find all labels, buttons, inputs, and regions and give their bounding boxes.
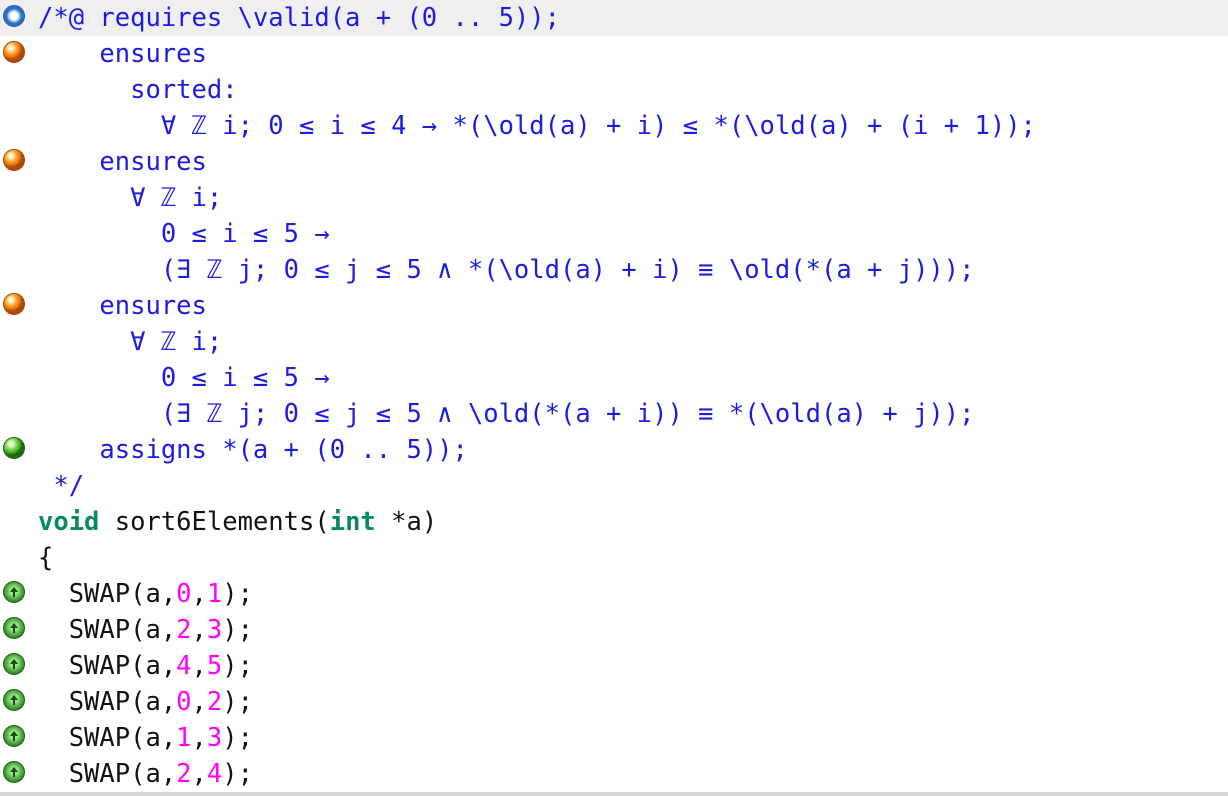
code-line[interactable]: ensures bbox=[0, 36, 1228, 72]
green-arrow-icon[interactable] bbox=[3, 761, 25, 783]
code-text: (∃ ℤ j; 0 ≤ j ≤ 5 ∧ \old(*(a + i)) ≡ *(\… bbox=[38, 399, 975, 429]
code-line[interactable]: ∀ ℤ i; bbox=[0, 180, 1228, 216]
function-param: *a) bbox=[375, 507, 438, 537]
code-editor[interactable]: /*@ requires \valid(a + (0 .. 5)); ensur… bbox=[0, 0, 1228, 792]
swap-fn: SWAP(a, bbox=[38, 579, 177, 609]
swap-arg: 5 bbox=[206, 651, 223, 681]
swap-arg: 1 bbox=[176, 723, 192, 753]
swap-call: SWAP(a,0,1); bbox=[38, 576, 253, 612]
code-line[interactable]: (∃ ℤ j; 0 ≤ j ≤ 5 ∧ *(\old(a) + i) ≡ \ol… bbox=[0, 252, 1228, 288]
code-text: ∀ ℤ i; bbox=[38, 183, 223, 213]
code-line[interactable]: SWAP(a,0,1); bbox=[0, 576, 1228, 612]
keyword-int: int bbox=[329, 507, 376, 537]
green-arrow-icon[interactable] bbox=[3, 653, 25, 675]
swap-arg: 4 bbox=[206, 759, 223, 789]
code-text: /*@ requires \valid(a + (0 .. 5)); bbox=[38, 3, 560, 33]
function-signature: void sort6Elements(int *a) bbox=[38, 504, 437, 540]
swap-arg: 2 bbox=[176, 759, 192, 789]
swap-call: SWAP(a,1,3); bbox=[38, 720, 253, 756]
code-text: ∀ ℤ i; 0 ≤ i ≤ 4 → *(\old(a) + i) ≤ *(\o… bbox=[38, 111, 1036, 141]
code-line[interactable]: 0 ≤ i ≤ 5 → bbox=[0, 216, 1228, 252]
open-status-icon[interactable] bbox=[3, 5, 25, 27]
code-line[interactable]: sorted: bbox=[0, 72, 1228, 108]
code-text: assigns *(a + (0 .. 5)); bbox=[38, 435, 468, 465]
swap-arg: 2 bbox=[176, 615, 192, 645]
green-arrow-icon[interactable] bbox=[3, 581, 25, 603]
code-line[interactable]: /*@ requires \valid(a + (0 .. 5)); bbox=[0, 0, 1228, 36]
code-line[interactable]: { bbox=[0, 540, 1228, 576]
swap-comma: , bbox=[191, 651, 207, 681]
swap-arg: 3 bbox=[206, 723, 223, 753]
swap-comma: , bbox=[191, 759, 207, 789]
swap-comma: , bbox=[191, 579, 207, 609]
swap-arg: 3 bbox=[206, 615, 223, 645]
green-status-icon[interactable] bbox=[3, 437, 25, 459]
code-line[interactable]: ∀ ℤ i; bbox=[0, 324, 1228, 360]
code-line[interactable]: assigns *(a + (0 .. 5)); bbox=[0, 432, 1228, 468]
orange-status-icon[interactable] bbox=[3, 41, 25, 63]
swap-call: SWAP(a,2,4); bbox=[38, 756, 253, 792]
swap-close: ); bbox=[222, 615, 253, 645]
keyword-void: void bbox=[38, 507, 100, 537]
swap-fn: SWAP(a, bbox=[38, 687, 177, 717]
code-line[interactable]: ensures bbox=[0, 144, 1228, 180]
code-line[interactable]: SWAP(a,1,3); bbox=[0, 720, 1228, 756]
swap-close: ); bbox=[222, 759, 253, 789]
code-line[interactable]: SWAP(a,2,3); bbox=[0, 612, 1228, 648]
swap-fn: SWAP(a, bbox=[38, 723, 177, 753]
green-arrow-icon[interactable] bbox=[3, 725, 25, 747]
code-line[interactable]: 0 ≤ i ≤ 5 → bbox=[0, 360, 1228, 396]
swap-close: ); bbox=[222, 723, 253, 753]
code-text: ensures bbox=[38, 39, 207, 69]
orange-status-icon[interactable] bbox=[3, 293, 25, 315]
code-text: sorted: bbox=[38, 75, 238, 105]
green-arrow-icon[interactable] bbox=[3, 689, 25, 711]
editor-bottom-border bbox=[0, 792, 1228, 796]
code-text: ∀ ℤ i; bbox=[38, 327, 223, 357]
code-line[interactable]: (∃ ℤ j; 0 ≤ j ≤ 5 ∧ \old(*(a + i)) ≡ *(\… bbox=[0, 396, 1228, 432]
code-line[interactable]: ensures bbox=[0, 288, 1228, 324]
swap-comma: , bbox=[191, 615, 207, 645]
code-text: ensures bbox=[38, 147, 207, 177]
swap-arg: 0 bbox=[176, 687, 192, 717]
green-arrow-icon[interactable] bbox=[3, 617, 25, 639]
code-text: */ bbox=[38, 471, 85, 501]
code-line[interactable]: void sort6Elements(int *a) bbox=[0, 504, 1228, 540]
code-line[interactable]: SWAP(a,2,4); bbox=[0, 756, 1228, 792]
code-line[interactable]: SWAP(a,0,2); bbox=[0, 684, 1228, 720]
swap-fn: SWAP(a, bbox=[38, 651, 177, 681]
swap-close: ); bbox=[222, 579, 253, 609]
swap-comma: , bbox=[191, 723, 207, 753]
swap-close: ); bbox=[222, 687, 253, 717]
code-text: ensures bbox=[38, 291, 207, 321]
swap-arg: 0 bbox=[176, 579, 192, 609]
swap-comma: , bbox=[191, 687, 207, 717]
swap-call: SWAP(a,0,2); bbox=[38, 684, 253, 720]
code-text: 0 ≤ i ≤ 5 → bbox=[38, 363, 330, 393]
swap-arg: 4 bbox=[176, 651, 192, 681]
code-text: 0 ≤ i ≤ 5 → bbox=[38, 219, 330, 249]
function-name: sort6Elements( bbox=[99, 507, 330, 537]
swap-call: SWAP(a,4,5); bbox=[38, 648, 253, 684]
swap-fn: SWAP(a, bbox=[38, 759, 177, 789]
swap-call: SWAP(a,2,3); bbox=[38, 612, 253, 648]
code-line[interactable]: ∀ ℤ i; 0 ≤ i ≤ 4 → *(\old(a) + i) ≤ *(\o… bbox=[0, 108, 1228, 144]
code-text: (∃ ℤ j; 0 ≤ j ≤ 5 ∧ *(\old(a) + i) ≡ \ol… bbox=[38, 255, 975, 285]
open-brace: { bbox=[38, 543, 54, 573]
code-line[interactable]: SWAP(a,4,5); bbox=[0, 648, 1228, 684]
swap-arg: 2 bbox=[206, 687, 223, 717]
swap-arg: 1 bbox=[206, 579, 223, 609]
swap-close: ); bbox=[222, 651, 253, 681]
code-line[interactable]: */ bbox=[0, 468, 1228, 504]
swap-fn: SWAP(a, bbox=[38, 615, 177, 645]
orange-status-icon[interactable] bbox=[3, 149, 25, 171]
